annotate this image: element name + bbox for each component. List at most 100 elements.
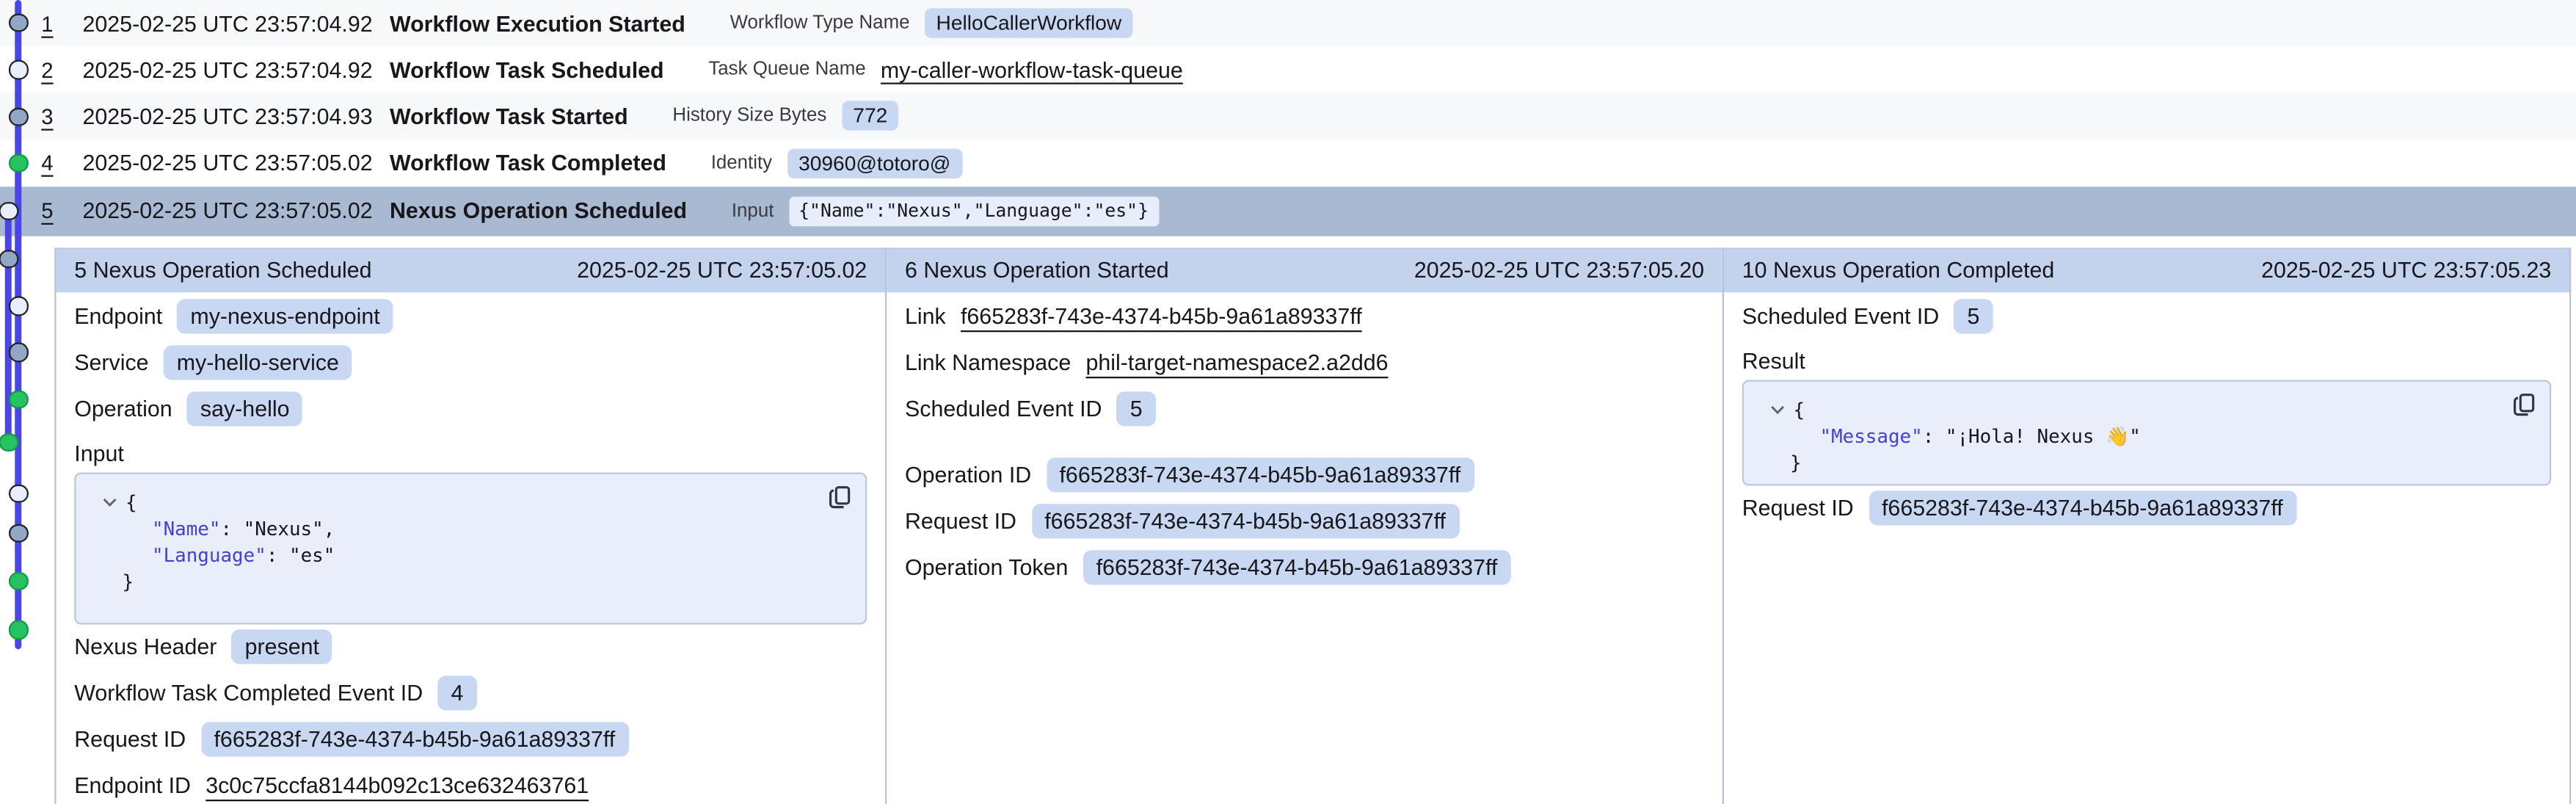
json-open-brace: { [1794, 398, 1805, 421]
event-name: Workflow Task Completed [390, 151, 666, 175]
event-status-dot-green [10, 572, 29, 591]
panel-header: 5 Nexus Operation Scheduled 2025-02-25 U… [57, 249, 886, 292]
event-attr-value: 30960@totoro@ [787, 148, 962, 178]
event-status-dot-gray [10, 524, 29, 543]
field-row: Request ID f665283f-743e-4374-b45b-9a61a… [905, 499, 1704, 545]
event-id-link[interactable]: 2 [41, 57, 82, 82]
event-attr-value: HelloCallerWorkflow [925, 8, 1133, 38]
field-value-badge: f665283f-743e-4374-b45b-9a61a89337ff [200, 722, 628, 758]
field-value-badge: f665283f-743e-4374-b45b-9a61a89337ff [1046, 458, 1474, 493]
field-label: Service [74, 351, 148, 376]
collapse-chevron-icon[interactable] [103, 487, 117, 513]
timeline-branch-line [5, 211, 12, 443]
field-label: Endpoint ID [74, 774, 191, 799]
json-key: "Message" [1820, 424, 1923, 448]
copy-icon [829, 485, 851, 509]
event-id-link[interactable]: 3 [41, 104, 82, 129]
field-value-link[interactable]: 3c0c75ccfa8144b092c13ce632463761 [205, 774, 589, 799]
field-row: Operation Token f665283f-743e-4374-b45b-… [905, 545, 1704, 591]
field-row: Link f665283f-743e-4374-b45b-9a61a89337f… [905, 294, 1704, 340]
field-value-badge: say-hello [187, 392, 303, 427]
field-value-link[interactable]: phil-target-namespace2.a2dd6 [1086, 351, 1389, 376]
field-value-badge: my-hello-service [164, 346, 352, 381]
panel-timestamp: 2025-02-25 UTC 23:57:05.02 [577, 258, 867, 283]
field-value-badge: 5 [1954, 300, 1993, 335]
panel-title: 5 Nexus Operation Scheduled [74, 258, 371, 283]
event-attr-label: Input [732, 201, 774, 221]
field-label: Nexus Header [74, 635, 217, 660]
panel-header: 10 Nexus Operation Completed 2025-02-25 … [1724, 249, 2569, 292]
field-row: Workflow Task Completed Event ID 4 [74, 670, 867, 717]
field-label: Endpoint [74, 305, 162, 330]
event-status-dot-gray [0, 250, 18, 269]
field-label: Input [74, 441, 124, 466]
event-status-dot-white [10, 297, 29, 316]
event-attr-label: Workflow Type Name [730, 13, 910, 33]
field-label: Scheduled Event ID [1742, 305, 1939, 330]
panel-timestamp: 2025-02-25 UTC 23:57:05.23 [2261, 258, 2551, 283]
field-label: Request ID [905, 510, 1016, 535]
field-row: Operation ID f665283f-743e-4374-b45b-9a6… [905, 452, 1704, 499]
field-label: Operation [74, 397, 172, 422]
field-value-badge: f665283f-743e-4374-b45b-9a61a89337ff [1083, 551, 1511, 586]
field-row: Nexus Header present [74, 624, 867, 670]
event-attr-label: Identity [711, 153, 772, 173]
event-row[interactable]: 3 2025-02-25 UTC 23:57:04.93 Workflow Ta… [0, 93, 2576, 140]
event-attr-value: 772 [842, 101, 899, 131]
panel-body: Link f665283f-743e-4374-b45b-9a61a89337f… [887, 292, 1722, 591]
json-entry: "Language": "es" [90, 542, 820, 568]
event-row[interactable]: 5 2025-02-25 UTC 23:57:05.02 Nexus Opera… [0, 186, 2576, 236]
event-row[interactable]: 4 2025-02-25 UTC 23:57:05.02 Workflow Ta… [0, 140, 2576, 186]
event-attr-value: {"Name":"Nexus","Language":"es"} [789, 197, 1159, 227]
event-name: Workflow Task Started [390, 104, 628, 129]
field-label: Link [905, 305, 946, 330]
json-separator: : [266, 543, 289, 567]
event-attr-label: History Size Bytes [672, 106, 826, 126]
event-id-link[interactable]: 1 [41, 11, 82, 36]
json-key: "Name" [152, 517, 220, 540]
event-status-dot-white [10, 484, 29, 503]
event-timestamp: 2025-02-25 UTC 23:57:04.93 [83, 104, 390, 129]
code-field: Input { "Name": "Nexus","Language": "es"… [74, 441, 867, 624]
panel-body: Endpoint my-nexus-endpoint Service my-he… [57, 292, 886, 804]
json-entry: "Name": "Nexus", [90, 515, 820, 542]
field-row: Operation say-hello [74, 386, 867, 432]
field-value-badge: 5 [1117, 392, 1156, 427]
json-value: "es" [289, 543, 335, 567]
field-value-badge: my-nexus-endpoint [177, 300, 393, 335]
json-value: "¡Hola! Nexus 👋" [1946, 424, 2141, 448]
field-row: Request ID f665283f-743e-4374-b45b-9a61a… [74, 717, 867, 763]
field-value-badge: f665283f-743e-4374-b45b-9a61a89337ff [1869, 491, 2296, 526]
field-row: Scheduled Event ID 5 [1742, 294, 2552, 340]
json-value: "Nexus" [244, 517, 324, 540]
copy-icon [2514, 393, 2535, 416]
field-label: Operation ID [905, 463, 1031, 488]
event-attr-label: Task Queue Name [708, 60, 865, 80]
field-label: Request ID [74, 728, 186, 753]
json-separator: : [1923, 424, 1946, 448]
event-timestamp: 2025-02-25 UTC 23:57:04.92 [83, 57, 390, 82]
json-separator: : [220, 517, 243, 540]
panel-header: 6 Nexus Operation Started 2025-02-25 UTC… [887, 249, 1722, 292]
event-history-table: 1 2025-02-25 UTC 23:57:04.92 Workflow Ex… [0, 0, 2576, 236]
event-row[interactable]: 1 2025-02-25 UTC 23:57:04.92 Workflow Ex… [0, 0, 2576, 46]
field-value-badge: present [232, 630, 332, 665]
collapse-chevron-icon[interactable] [1770, 394, 1785, 421]
event-row[interactable]: 2 2025-02-25 UTC 23:57:04.92 Workflow Ta… [0, 46, 2576, 93]
field-label: Request ID [1742, 496, 1854, 521]
copy-button[interactable] [2514, 393, 2535, 416]
event-id-link[interactable]: 5 [41, 199, 82, 224]
event-id-link[interactable]: 4 [41, 151, 82, 175]
json-close-brace: } [1790, 451, 1802, 474]
json-key: "Language" [152, 543, 266, 567]
code-block: { "Message": "¡Hola! Nexus 👋" } [1742, 380, 2552, 485]
panel-body: Scheduled Event ID 5 Result { "Message":… [1724, 292, 2569, 532]
event-status-dot-green [0, 432, 18, 452]
field-label: Workflow Task Completed Event ID [74, 681, 423, 706]
json-open-brace: { [125, 490, 137, 514]
event-attr-link[interactable]: my-caller-workflow-task-queue [881, 57, 1183, 82]
json-close-brace: } [123, 570, 134, 593]
copy-button[interactable] [829, 485, 851, 509]
event-detail-panel: 6 Nexus Operation Started 2025-02-25 UTC… [885, 249, 1722, 804]
field-value-link[interactable]: f665283f-743e-4374-b45b-9a61a89337ff [961, 305, 1362, 330]
